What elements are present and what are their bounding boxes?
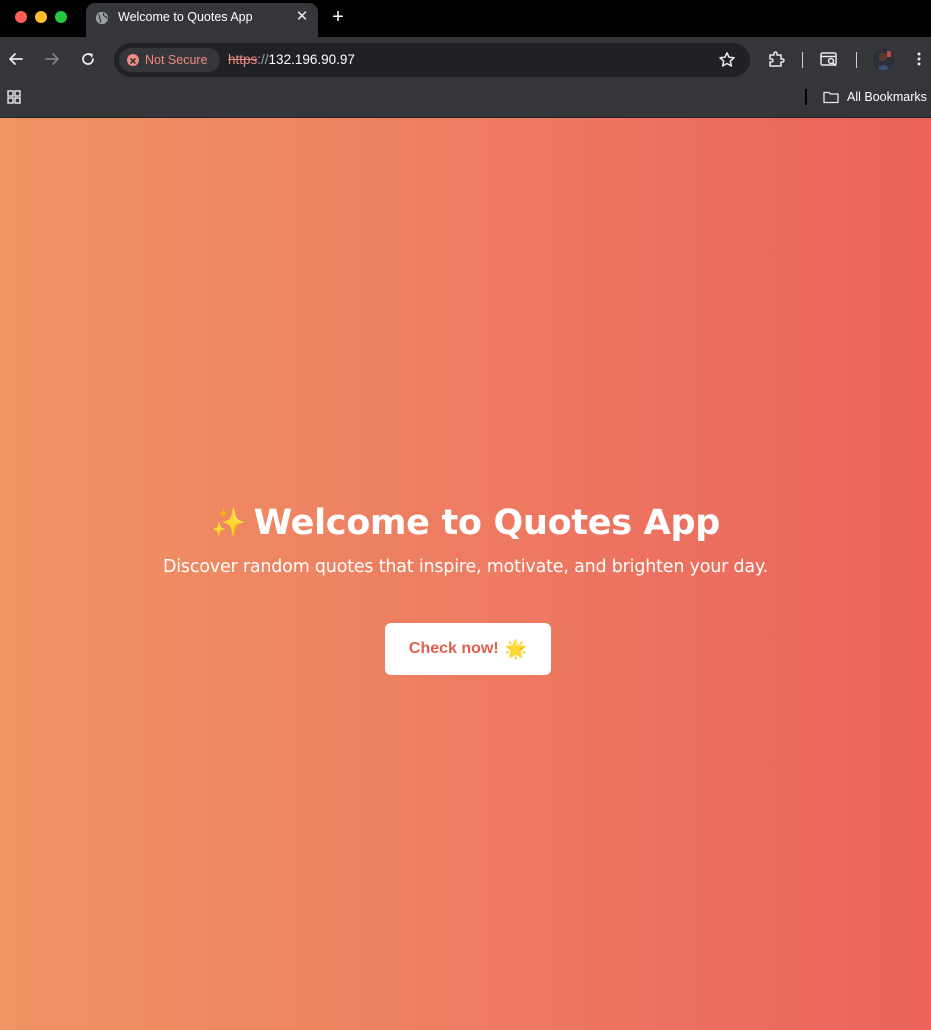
- profile-avatar[interactable]: [873, 49, 894, 70]
- back-button[interactable]: [5, 48, 27, 70]
- tab-strip: Welcome to Quotes App ✕ +: [0, 0, 931, 37]
- not-secure-icon: [127, 54, 139, 66]
- check-now-label: Check now!: [408, 640, 499, 657]
- bookmark-star-icon[interactable]: [718, 51, 736, 69]
- maximize-window-button[interactable]: [55, 11, 67, 23]
- tab-title: Welcome to Quotes App: [118, 10, 253, 24]
- security-label: Not Secure: [145, 53, 208, 67]
- puzzle-icon: [769, 51, 785, 67]
- all-bookmarks-link[interactable]: All Bookmarks: [847, 90, 927, 104]
- active-tab[interactable]: Welcome to Quotes App ✕: [86, 3, 318, 37]
- page-title-text: Welcome to Quotes App: [253, 503, 721, 543]
- bookmarks-bar: All Bookmarks: [0, 82, 931, 118]
- reload-icon: [82, 53, 94, 65]
- close-window-button[interactable]: [15, 11, 27, 23]
- arrow-left-icon: [9, 53, 23, 65]
- page-background: ✨ Welcome to Quotes App Discover random q…: [0, 118, 931, 1030]
- bookmarks-divider: [805, 89, 807, 105]
- more-vert-icon: [917, 52, 921, 66]
- check-now-button[interactable]: Check now! 🌟: [385, 623, 551, 675]
- browser-menu-button[interactable]: [908, 48, 930, 70]
- toolbar-divider: [856, 52, 857, 68]
- page-subtitle: Discover random quotes that inspire, mot…: [163, 557, 768, 577]
- forward-button[interactable]: [41, 48, 63, 70]
- globe-icon: [95, 11, 109, 25]
- reload-button[interactable]: [77, 48, 99, 70]
- address-bar[interactable]: Not Secure https://132.196.90.97: [114, 43, 750, 77]
- url-separator: ://: [257, 52, 269, 67]
- profile-photo-icon: [873, 49, 894, 70]
- sparkles-icon: ✨: [211, 506, 246, 539]
- url-text[interactable]: https://132.196.90.97: [228, 52, 355, 67]
- hero-section: ✨ Welcome to Quotes App Discover random q…: [0, 500, 931, 579]
- close-tab-icon[interactable]: ✕: [294, 9, 310, 25]
- new-tab-button[interactable]: +: [328, 6, 348, 28]
- page-title: ✨ Welcome to Quotes App: [0, 500, 931, 546]
- extensions-button[interactable]: [765, 48, 787, 70]
- tab-search-icon: [820, 52, 837, 67]
- security-chip[interactable]: Not Secure: [119, 48, 220, 72]
- minimize-window-button[interactable]: [35, 11, 47, 23]
- apps-grid-icon[interactable]: [7, 90, 21, 104]
- url-host: 132.196.90.97: [268, 52, 355, 67]
- search-tabs-button[interactable]: [818, 48, 840, 70]
- browser-toolbar: Not Secure https://132.196.90.97: [0, 37, 931, 82]
- arrow-right-icon: [45, 53, 59, 65]
- url-scheme: https: [228, 52, 258, 67]
- glowing-star-icon: 🌟: [504, 639, 528, 659]
- folder-icon: [823, 91, 839, 104]
- toolbar-divider: [802, 52, 803, 68]
